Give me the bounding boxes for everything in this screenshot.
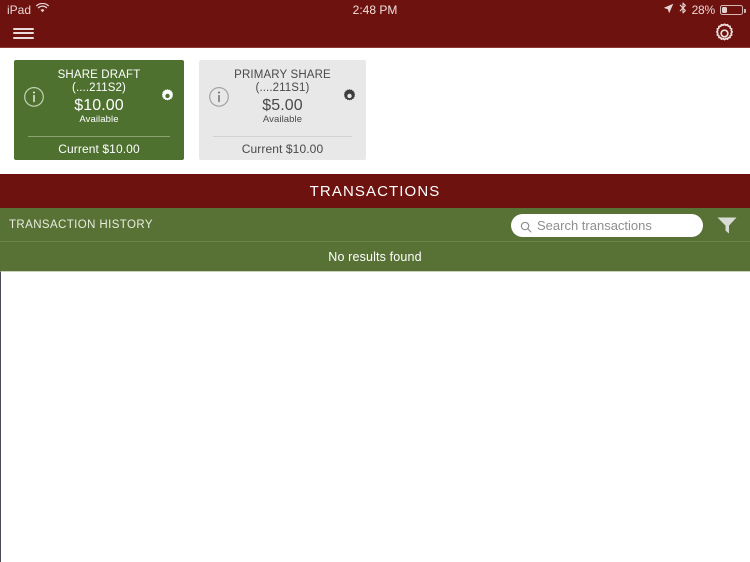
battery-icon xyxy=(720,4,746,15)
search-icon xyxy=(520,220,532,233)
transaction-list-area xyxy=(0,271,750,562)
accounts-strip: SHARE DRAFT (....211S2) $10.00 Available… xyxy=(0,48,750,173)
gear-icon[interactable] xyxy=(712,21,737,46)
account-name: SHARE DRAFT xyxy=(57,68,141,81)
status-bar-right: 28% xyxy=(663,2,746,17)
account-card-body: PRIMARY SHARE (....211S1) $5.00 Availabl… xyxy=(199,60,366,136)
account-mask: (....211S1) xyxy=(255,82,310,95)
page-title: TRANSACTIONS xyxy=(309,182,441,200)
gear-icon[interactable] xyxy=(341,87,358,104)
account-summary: PRIMARY SHARE (....211S1) $5.00 Availabl… xyxy=(234,69,331,125)
empty-state-row: No results found xyxy=(0,241,750,271)
location-arrow-icon xyxy=(663,3,674,17)
account-card-primary-share[interactable]: PRIMARY SHARE (....211S1) $5.00 Availabl… xyxy=(199,60,366,160)
search-transactions-field[interactable] xyxy=(511,214,703,237)
transaction-history-toolbar: TRANSACTION HISTORY xyxy=(0,208,750,241)
bluetooth-icon xyxy=(679,2,687,17)
transactions-section-header: TRANSACTIONS xyxy=(0,174,750,208)
battery-percentage-label: 28% xyxy=(691,2,716,17)
account-available-amount: $10.00 xyxy=(74,96,124,114)
account-current-balance: Current $10.00 xyxy=(241,141,324,156)
transaction-history-label: TRANSACTION HISTORY xyxy=(9,218,153,231)
app-nav-bar xyxy=(0,19,750,47)
status-bar-clock: 2:48 PM xyxy=(352,2,398,17)
account-name: PRIMARY SHARE xyxy=(234,68,331,81)
device-name-label: iPad xyxy=(7,2,32,17)
account-mask: (....211S2) xyxy=(72,82,126,95)
account-available-label: Available xyxy=(79,113,119,125)
ios-status-bar: iPad 2:48 PM 28% xyxy=(0,0,750,19)
status-bar-left: iPad xyxy=(7,3,49,17)
empty-state-message: No results found xyxy=(328,249,422,264)
ipad-banking-app-screen: iPad 2:48 PM 28% SHARE DRAFT (....211S2)… xyxy=(0,0,750,562)
info-circle-icon[interactable] xyxy=(23,86,45,108)
search-input[interactable] xyxy=(537,218,694,233)
account-summary: SHARE DRAFT (....211S2) $10.00 Available xyxy=(58,69,141,125)
account-card-share-draft[interactable]: SHARE DRAFT (....211S2) $10.00 Available… xyxy=(14,60,184,160)
hamburger-menu-icon[interactable] xyxy=(13,26,34,41)
gear-icon[interactable] xyxy=(159,87,176,104)
filter-funnel-icon[interactable] xyxy=(716,216,738,235)
account-card-body: SHARE DRAFT (....211S2) $10.00 Available xyxy=(14,60,184,136)
account-available-label: Available xyxy=(262,113,303,125)
info-circle-icon[interactable] xyxy=(208,86,230,108)
wifi-icon xyxy=(36,2,49,16)
account-available-amount: $5.00 xyxy=(262,96,303,114)
account-current-balance: Current $10.00 xyxy=(58,141,140,156)
